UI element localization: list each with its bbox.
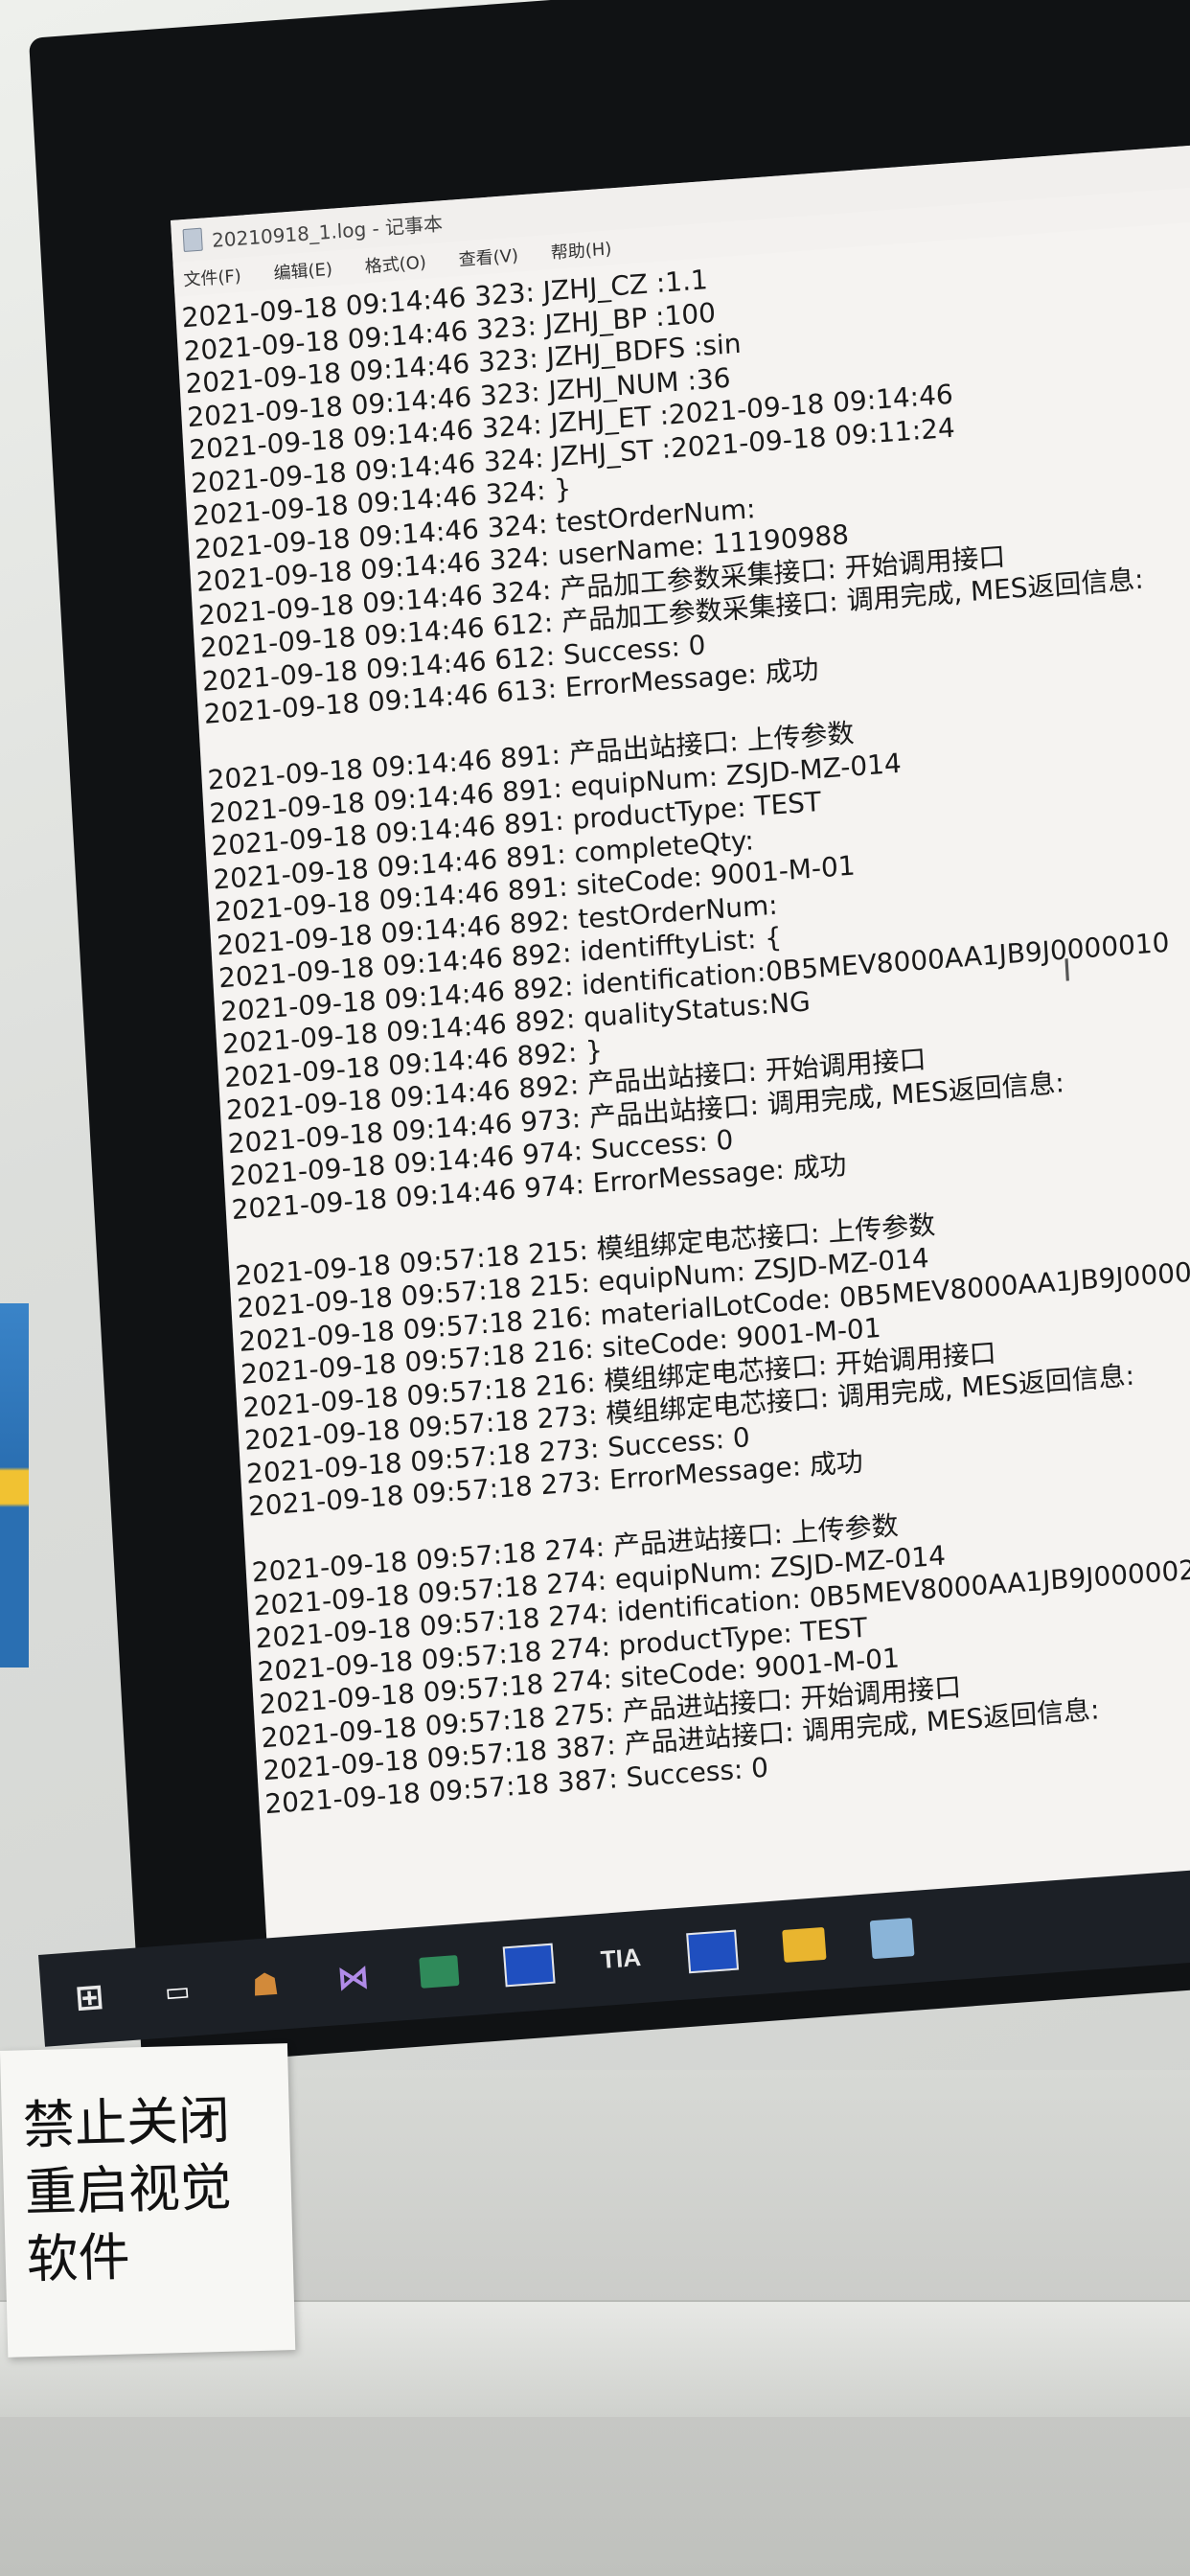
notepad-taskbar-icon[interactable] (869, 1918, 915, 1960)
green-app-icon[interactable] (419, 1954, 460, 1989)
menu-view[interactable]: 查看(V) (458, 242, 519, 272)
blue-app-icon[interactable] (502, 1943, 556, 1988)
blue-app-icon-2[interactable] (686, 1929, 740, 1974)
file-explorer-icon[interactable] (782, 1926, 827, 1963)
log-text-area[interactable]: 2021-09-18 09:14:46 323: JZHJ_CZ :1.1 202… (174, 219, 1190, 1821)
tia-portal-icon[interactable]: TIA (598, 1936, 643, 1981)
warning-sign: 禁止关闭 重启视觉 软件 (0, 2043, 296, 2358)
notepad-icon (182, 227, 203, 253)
visual-studio-icon[interactable]: ⋈ (331, 1955, 376, 2000)
notepad-window: 20210918_1.log - 记事本 文件(F) 编辑(E) 格式(O) 查… (171, 143, 1190, 1963)
menu-file[interactable]: 文件(F) (183, 263, 242, 291)
warning-sign-text: 禁止关闭 重启视觉 软件 (22, 2089, 233, 2290)
menu-help[interactable]: 帮助(H) (550, 235, 612, 264)
menu-edit[interactable]: 编辑(E) (273, 256, 333, 285)
user-app-icon[interactable]: ☗ (242, 1962, 287, 2007)
windows-start-icon[interactable]: ⊞ (67, 1975, 112, 2020)
menu-format[interactable]: 格式(O) (364, 249, 426, 279)
task-view-icon[interactable]: ▭ (155, 1968, 200, 2013)
text-cursor-icon: I (1061, 952, 1073, 989)
